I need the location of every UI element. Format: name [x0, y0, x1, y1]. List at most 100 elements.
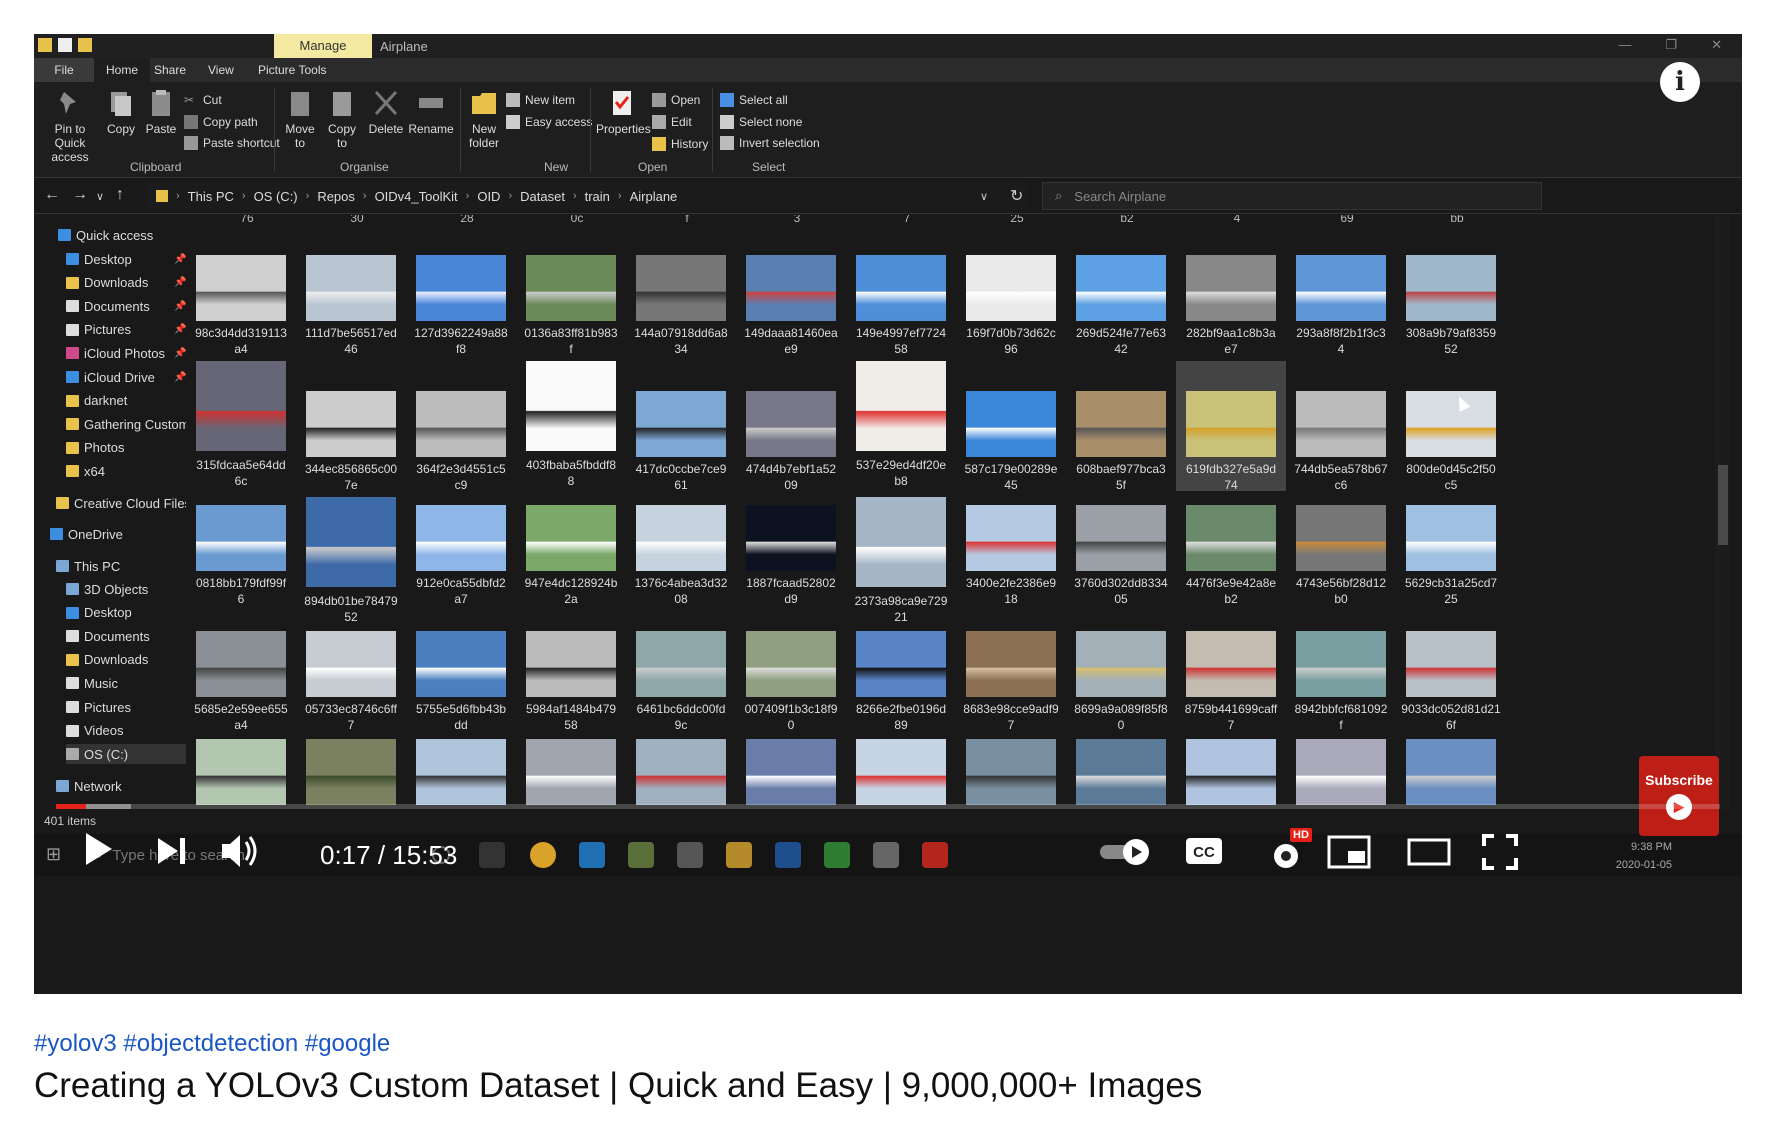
breadcrumb-item[interactable]: OS (C:)	[254, 189, 298, 204]
breadcrumb-separator-icon[interactable]: ›	[508, 190, 512, 202]
tab-share[interactable]: Share	[142, 58, 198, 82]
file-tile[interactable]: 9346e8fe4cce34a7	[296, 731, 406, 810]
captions-icon[interactable]: CC	[1184, 834, 1224, 868]
open-button[interactable]: Open	[652, 90, 700, 110]
file-tile[interactable]: 0136a83ff81b983 f	[516, 247, 626, 377]
move-to-button[interactable]: Move to	[280, 88, 320, 150]
history-button[interactable]: History	[652, 134, 708, 154]
nav-pc-downloads[interactable]: Downloads	[66, 650, 148, 670]
maximize-icon[interactable]: ❐	[1665, 37, 1677, 53]
invert-selection-button[interactable]: Invert selection	[720, 133, 820, 153]
nav-item-photos[interactable]: Photos	[66, 438, 124, 458]
copy-button[interactable]: Copy	[102, 88, 140, 136]
file-tile[interactable]: 23494e5852d47889	[1066, 731, 1176, 810]
pin-quick-access-button[interactable]: Pin to Quick access	[38, 88, 102, 164]
subscribe-button[interactable]: Subscribe ▶	[1639, 756, 1719, 836]
file-tile[interactable]: 98c3d4dd319113 a4	[186, 247, 296, 377]
file-tile[interactable]: 4476f3e9e42a8e b2	[1176, 497, 1286, 627]
file-tile[interactable]: 1376c4abea3d32 08	[626, 497, 736, 627]
file-tile[interactable]: 10513fda50da5e6d	[626, 731, 736, 810]
breadcrumb-separator-icon[interactable]: ›	[242, 190, 246, 202]
breadcrumb-separator-icon[interactable]: ›	[306, 190, 310, 202]
miniplayer-icon[interactable]	[1326, 834, 1372, 870]
camtasia-red-icon[interactable]	[922, 842, 948, 868]
select-none-button[interactable]: Select none	[720, 112, 802, 132]
file-tile[interactable]: 587c179e00289e 45	[956, 361, 1066, 492]
file-tile[interactable]: 4743e56bf28d12 b0	[1286, 497, 1396, 627]
refresh-icon[interactable]: ↻	[1010, 186, 1023, 206]
chrome-icon[interactable]	[530, 842, 556, 868]
properties-button[interactable]: Properties	[596, 88, 651, 136]
file-tile[interactable]: 403fbaba5fbddf8 8	[516, 361, 626, 491]
windows-start-icon[interactable]: ⊞	[46, 844, 61, 865]
nav-pc-videos[interactable]: Videos	[66, 721, 124, 741]
file-tile[interactable]: 3760d302dd8334 05	[1066, 497, 1176, 627]
nav-quick-access[interactable]: Quick access	[58, 225, 153, 245]
copy-path-button[interactable]: Copy path	[184, 112, 258, 132]
vscode-icon[interactable]	[579, 842, 605, 868]
file-tile[interactable]: 2373a98ca9e729 21	[846, 497, 956, 627]
breadcrumb-item[interactable]: OID	[477, 189, 500, 204]
up-icon[interactable]: ↑	[116, 186, 124, 204]
copy-to-button[interactable]: Copy to	[322, 88, 362, 150]
file-tile[interactable]: 111d7be56517ed 46	[296, 247, 406, 377]
nav-item-icloud-drive[interactable]: iCloud Drive 📌	[66, 367, 186, 387]
info-button[interactable]: i	[1660, 62, 1700, 102]
video-player[interactable]: Manage Airplane — ❐ ✕ File Home Share Vi…	[34, 34, 1742, 994]
breadcrumb-item[interactable]: train	[585, 189, 610, 204]
breadcrumb-separator-icon[interactable]: ›	[363, 190, 367, 202]
file-tile[interactable]: 3400e2fe2386e9 18	[956, 497, 1066, 627]
paste-button[interactable]: Paste	[142, 88, 180, 136]
tab-picture-tools[interactable]: Picture Tools	[246, 58, 338, 82]
file-explorer-icon[interactable]	[726, 842, 752, 868]
chevron-down-icon[interactable]: ∨	[980, 190, 988, 203]
paste-shortcut-button[interactable]: Paste shortcut	[184, 133, 280, 153]
nav-pc-pictures[interactable]: Pictures	[66, 697, 131, 717]
file-tile[interactable]: 364f2e3d4551c5 c9	[406, 361, 516, 492]
breadcrumb-item[interactable]: Dataset	[520, 189, 565, 204]
file-tile[interactable]: 09450c51267fafa4	[516, 731, 626, 810]
file-tile[interactable]: 1887fcaad52802 d9	[736, 497, 846, 627]
nav-pc-music[interactable]: Music	[66, 673, 118, 693]
file-tile[interactable]: 293a8f8f2b1f3c3 4	[1286, 247, 1396, 377]
checkbox-icon[interactable]	[58, 38, 72, 52]
scrollbar-thumb[interactable]	[1718, 465, 1728, 545]
file-tile[interactable]: 42200c0f57f80589	[1396, 731, 1506, 810]
file-tile[interactable]: 269d524fe77e63 42	[1066, 247, 1176, 377]
photos-icon[interactable]	[873, 842, 899, 868]
file-tile[interactable]: 537e29ed4df20e b8	[846, 361, 956, 491]
breadcrumb-item[interactable]: Airplane	[630, 189, 678, 204]
nav-pc-3d-objects[interactable]: 3D Objects	[66, 579, 148, 599]
file-tile[interactable]: 744db5ea578b67 c6	[1286, 361, 1396, 492]
quick-access-toolbar[interactable]	[38, 38, 92, 52]
file-tile[interactable]: 5629cb31a25cd7 25	[1396, 497, 1506, 627]
nav-network[interactable]: Network	[56, 776, 122, 796]
file-tile[interactable]: 315fdcaa5e64dd 6c	[186, 361, 296, 491]
nav-creative-cloud[interactable]: Creative Cloud Files	[56, 493, 186, 513]
breadcrumb[interactable]: › This PC › OS (C:) › Repos › OIDv4_ToolKit › OID…	[146, 182, 1026, 210]
progress-bar[interactable]	[56, 804, 1720, 809]
minimize-icon[interactable]: —	[1618, 37, 1631, 53]
easy-access-button[interactable]: Easy access	[506, 112, 592, 132]
forward-icon[interactable]: →	[72, 186, 88, 204]
nav-onedrive[interactable]: OneDrive	[50, 524, 123, 544]
nav-item-documents[interactable]: Documents 📌	[66, 296, 186, 316]
next-icon[interactable]	[154, 834, 188, 868]
file-tile[interactable]: 24058f83b5461974	[1176, 731, 1286, 810]
nav-pc-desktop[interactable]: Desktop	[66, 603, 132, 623]
camtasia-green-icon[interactable]	[824, 842, 850, 868]
cut-button[interactable]: ✂ Cut	[184, 90, 222, 110]
file-tile[interactable]: 15031ec443a743da	[846, 731, 956, 810]
manage-context-tab[interactable]: Manage	[274, 34, 372, 58]
nav-pc-documents[interactable]: Documents	[66, 626, 150, 646]
hashtags[interactable]: #yolov3 #objectdetection #google	[34, 1030, 390, 1058]
file-tile[interactable]: 144a07918dd6a8 34	[626, 247, 736, 377]
file-tile[interactable]: 10744a91e4a976db	[736, 731, 846, 810]
file-tile[interactable]: 149e4997ef7724 58	[846, 247, 956, 377]
file-tile[interactable]: 608baef977bca3 5f	[1066, 361, 1176, 492]
breadcrumb-item[interactable]: This PC	[188, 189, 234, 204]
close-icon[interactable]: ✕	[1711, 37, 1722, 53]
new-item-button[interactable]: New item	[506, 90, 575, 110]
git-icon[interactable]	[628, 842, 654, 868]
file-tile[interactable]: 9065fa1d00f3ee2a	[186, 731, 296, 810]
